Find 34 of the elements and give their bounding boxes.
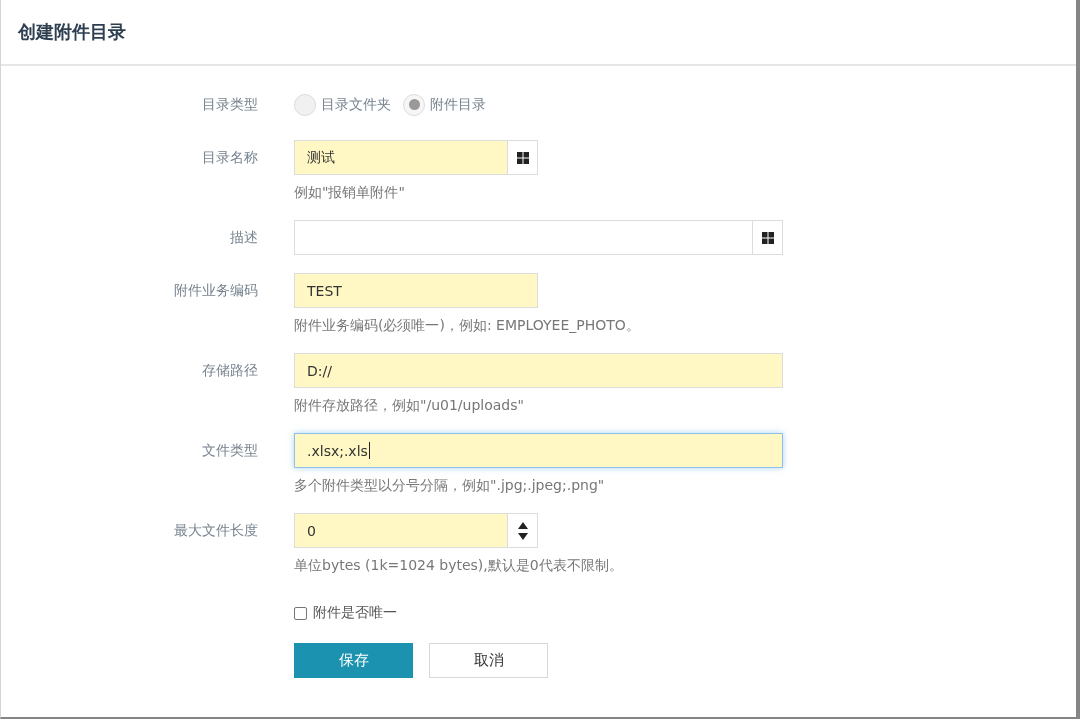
grid-icon <box>761 231 774 244</box>
form-label: 文件类型 <box>202 441 258 460</box>
form-label: 最大文件长度 <box>174 521 258 540</box>
up-down-arrows-icon <box>517 521 528 540</box>
hint-text: 附件存放路径，例如"/u01/uploads" <box>294 396 525 415</box>
grid-icon <box>516 151 529 164</box>
hint-text: 多个附件类型以分号分隔，例如".jpg;.jpeg;.png" <box>294 476 606 495</box>
radio-button[interactable] <box>294 93 316 116</box>
cancel-button[interactable]: 取消 <box>429 643 548 678</box>
form-label: 描述 <box>230 228 258 247</box>
picker-button[interactable] <box>753 220 783 255</box>
radio-button[interactable] <box>403 93 425 116</box>
form-label: 目录类型 <box>202 95 258 114</box>
spinner-button[interactable] <box>508 513 538 548</box>
radio-label[interactable]: 附件目录 <box>430 95 486 114</box>
dialog-title: 创建附件目录 <box>18 20 126 44</box>
checkbox[interactable] <box>294 606 307 620</box>
radio-label[interactable]: 目录文件夹 <box>321 95 391 114</box>
input-field[interactable]: 测试 <box>294 140 508 175</box>
form-label: 附件业务编码 <box>174 281 258 300</box>
input-field[interactable]: .xlsx;.xls <box>294 433 783 468</box>
hint-text: 附件业务编码(必须唯一)，例如: EMPLOYEE_PHOTO。 <box>294 316 640 335</box>
hint-text: 单位bytes (1k=1024 bytes),默认是0代表不限制。 <box>294 556 623 575</box>
save-button[interactable]: 保存 <box>294 643 413 678</box>
form-label: 存储路径 <box>202 361 258 380</box>
checkbox-label[interactable]: 附件是否唯一 <box>313 604 397 622</box>
text-cursor-icon <box>368 442 370 459</box>
hint-text: 例如"报销单附件" <box>294 183 406 202</box>
input-field[interactable]: TEST <box>294 273 538 308</box>
input-field[interactable]: 0 <box>294 513 508 548</box>
input-field[interactable]: D:// <box>294 353 783 388</box>
picker-button[interactable] <box>508 140 538 175</box>
form-label: 目录名称 <box>202 148 258 167</box>
input-field[interactable] <box>294 220 753 255</box>
